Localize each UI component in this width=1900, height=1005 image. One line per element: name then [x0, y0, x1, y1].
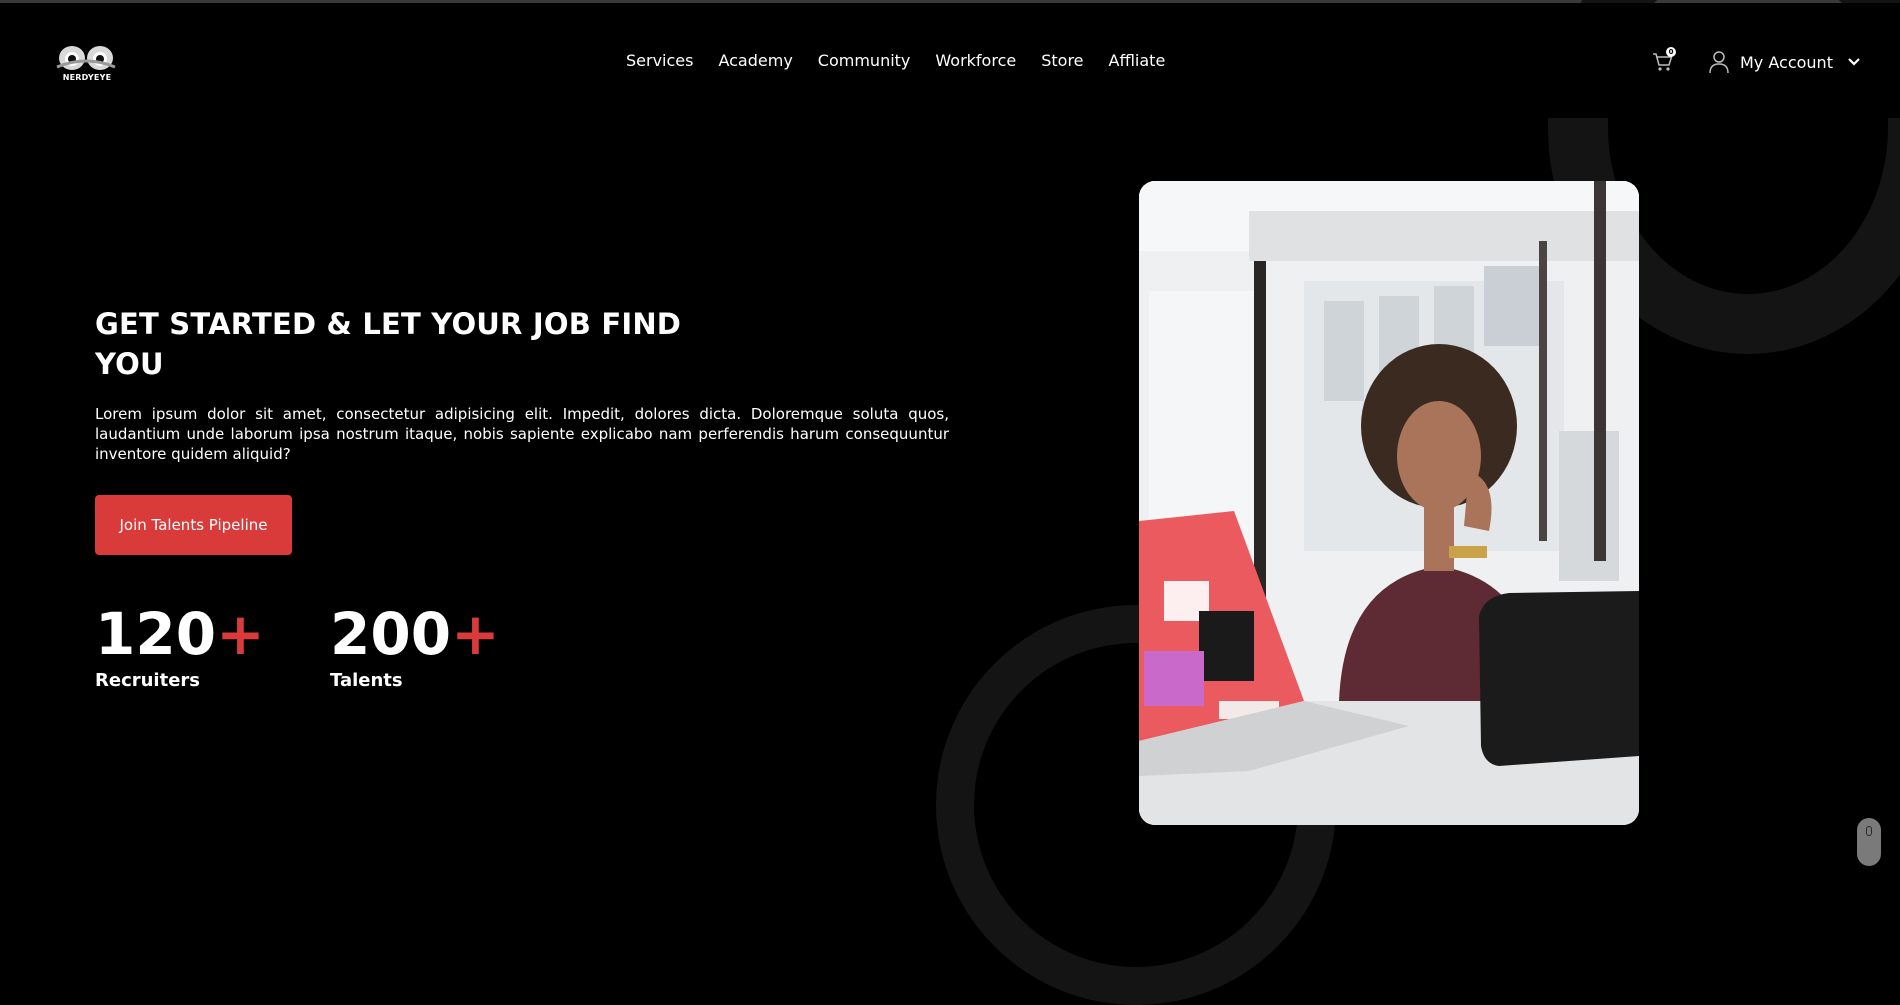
stat-number: 120+	[95, 598, 265, 670]
stat-plus: +	[216, 600, 265, 668]
nav-item-store[interactable]: Store	[1041, 51, 1083, 70]
nav-item-services[interactable]: Services	[626, 51, 693, 70]
hero-title-line-2: YOU	[95, 347, 164, 381]
account-menu[interactable]: My Account	[1708, 50, 1861, 74]
hero-description: Lorem ipsum dolor sit amet, consectetur …	[95, 405, 949, 463]
stat-number: 200+	[330, 598, 500, 670]
woman-on-phone-with-laptop-image	[1139, 181, 1639, 825]
account-label: My Account	[1740, 52, 1833, 72]
nav-item-affliate[interactable]: Affliate	[1109, 51, 1166, 70]
user-icon	[1709, 51, 1729, 74]
stat-talents: 200+ Talents	[330, 598, 500, 691]
cart-button[interactable]: 0	[1652, 47, 1676, 73]
brand-name: NERDYEYE	[62, 73, 112, 82]
stat-label: Recruiters	[95, 670, 201, 691]
chevron-down-icon	[1848, 58, 1860, 66]
stat-plus: +	[451, 600, 500, 668]
nav-item-community[interactable]: Community	[818, 51, 911, 70]
hero-title-line-1: GET STARTED & LET YOUR JOB FIND	[95, 307, 682, 341]
main-nav: Services Academy Community Workforce Sto…	[626, 51, 1165, 70]
stat-label: Talents	[330, 670, 403, 691]
nav-item-academy[interactable]: Academy	[718, 51, 792, 70]
brand-logo[interactable]: NERDYEYE	[52, 41, 122, 87]
stat-value: 120	[95, 600, 217, 668]
nav-item-workforce[interactable]: Workforce	[935, 51, 1016, 70]
hero-photo	[1139, 181, 1639, 825]
site-header: NERDYEYE Services Academy Community Work…	[0, 3, 1900, 118]
stat-recruiters: 120+ Recruiters	[95, 598, 265, 691]
stat-value: 200	[330, 600, 452, 668]
binocular-eyes-icon	[56, 46, 116, 70]
mouse-scroll-icon[interactable]	[1857, 818, 1881, 866]
hero-title: GET STARTED & LET YOUR JOB FIND YOU	[95, 304, 715, 384]
cart-count-badge: 0	[1666, 47, 1676, 57]
join-talents-pipeline-button[interactable]: Join Talents Pipeline	[95, 495, 292, 555]
